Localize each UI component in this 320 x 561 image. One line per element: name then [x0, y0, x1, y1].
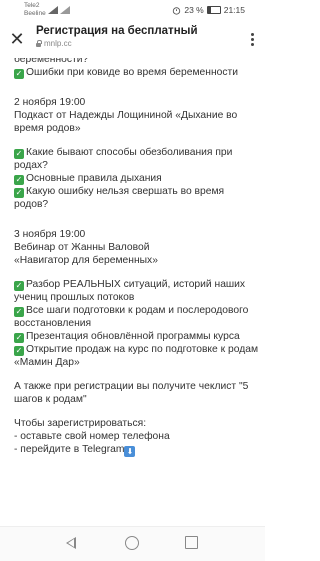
list-item: ✓ Ошибки при ковиде во время беременности — [14, 67, 238, 79]
check-mark-button-icon: ✓ — [14, 346, 24, 356]
back-icon[interactable] — [66, 537, 76, 549]
signal-icon — [48, 6, 58, 14]
down-arrow-button-icon: ⬇ — [124, 446, 136, 457]
check-mark-button-icon: ✓ — [14, 333, 24, 343]
event-title: Вебинар от Жанны Валовой — [14, 242, 150, 253]
app-bar: ✕ Регистрация на бесплатный mnlp.cc — [0, 20, 265, 58]
register-title: Чтобы зарегистрироваться: — [14, 418, 147, 429]
bonus-text: А также при регистрации вы получите чекл… — [14, 381, 249, 405]
page-content[interactable]: беременности? ✓ Ошибки при ковиде во врем… — [0, 58, 265, 526]
page-url: mnlp.cc — [44, 39, 72, 48]
event-title: Подкаст от Надежды Лощининой «Дыхание во… — [14, 110, 238, 134]
message-text: беременности? ✓ Ошибки при ковиде во врем… — [14, 58, 259, 457]
check-mark-button-icon: ✓ — [14, 175, 24, 185]
home-icon[interactable] — [125, 536, 139, 550]
register-step: - перейдите в Telegram ⬇ — [14, 443, 259, 457]
lock-icon — [36, 39, 42, 47]
navigation-bar — [0, 526, 265, 561]
list-item: ✓ Все шаги подготовки к родам и послеродо… — [14, 305, 249, 329]
title-block: Регистрация на бесплатный mnlp.cc — [36, 25, 236, 48]
signal-icon — [60, 6, 70, 14]
event-date: 2 ноября 19:00 — [14, 97, 86, 108]
register-step: - оставьте свой номер телефона — [14, 431, 170, 442]
list-item: ✓ Разбор РЕАЛЬНЫХ ситуаций, историй наших… — [14, 279, 246, 303]
recent-apps-icon[interactable] — [185, 536, 198, 549]
list-item: ✓ Какую ошибку нельзя свершать во время р… — [14, 186, 225, 210]
page-title: Регистрация на бесплатный — [36, 25, 198, 37]
check-mark-button-icon: ✓ — [14, 188, 24, 198]
clock: 21:15 — [223, 5, 245, 15]
check-mark-button-icon: ✓ — [14, 281, 24, 291]
battery-icon — [206, 6, 221, 14]
check-mark-button-icon: ✓ — [14, 69, 24, 79]
status-right: 23 % 21:15 — [172, 5, 245, 15]
check-mark-button-icon: ✓ — [14, 149, 24, 159]
url-row: mnlp.cc — [36, 39, 236, 48]
text-line: беременности? — [14, 58, 89, 65]
list-item: ✓ Основные правила дыхания — [14, 173, 162, 185]
carrier-info: Tele2 Beeline — [24, 2, 46, 18]
event-subtitle: «Навигатор для беременных» — [14, 255, 158, 266]
carrier-1: Tele2 — [24, 2, 40, 9]
battery-percent: 23 % — [184, 5, 204, 15]
list-item: ✓ Открытие продаж на курс по подготовке к… — [14, 344, 259, 368]
carrier-2: Beeline — [24, 10, 46, 17]
list-item: ✓ Презентация обновлённой программы курса — [14, 331, 240, 343]
check-mark-button-icon: ✓ — [14, 307, 24, 317]
more-options-icon[interactable] — [245, 28, 259, 50]
list-item: ✓ Какие бывают способы обезболивания при … — [14, 147, 233, 171]
alarm-icon — [173, 6, 181, 15]
event-date: 3 ноября 19:00 — [14, 229, 86, 240]
close-icon[interactable]: ✕ — [6, 28, 28, 50]
status-bar: Tele2 Beeline 23 % 21:15 — [0, 0, 265, 20]
